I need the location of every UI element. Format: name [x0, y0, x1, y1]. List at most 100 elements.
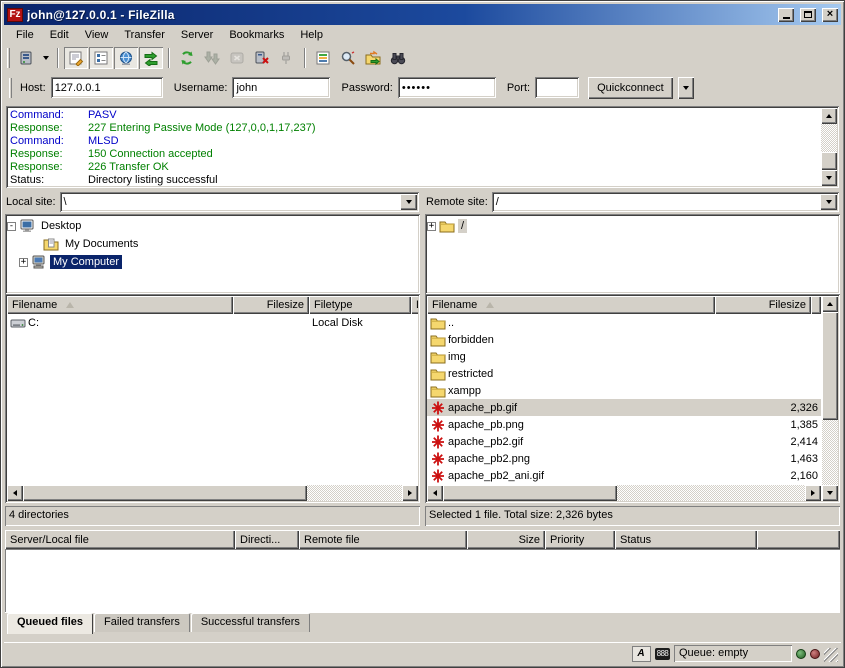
- close-button[interactable]: ×: [822, 8, 838, 22]
- collapse-expander[interactable]: -: [7, 222, 16, 231]
- tab-successful-transfers[interactable]: Successful transfers: [191, 613, 310, 632]
- column-label: Filesize: [267, 299, 304, 311]
- disconnect-button[interactable]: [250, 47, 274, 69]
- queue-list-body[interactable]: [5, 549, 840, 612]
- scroll-thumb[interactable]: [822, 312, 838, 420]
- tree-item-desktop[interactable]: - Desktop: [7, 217, 418, 235]
- host-input[interactable]: 127.0.0.1: [51, 77, 163, 98]
- remote-vertical-scrollbar[interactable]: [822, 296, 838, 501]
- scroll-left-button[interactable]: [427, 485, 443, 501]
- close-icon: ×: [827, 9, 833, 20]
- quickconnect-button[interactable]: Quickconnect: [588, 77, 673, 99]
- process-queue-button[interactable]: [200, 47, 224, 69]
- menu-help[interactable]: Help: [292, 27, 331, 43]
- column-header-size[interactable]: Size: [467, 530, 545, 549]
- username-input[interactable]: john: [232, 77, 330, 98]
- toggle-remote-tree-button[interactable]: [114, 47, 138, 69]
- remote-file-row[interactable]: apache_pb2_ani.gif2,160: [427, 467, 821, 484]
- remote-file-row[interactable]: restricted: [427, 365, 821, 382]
- remote-horizontal-scrollbar[interactable]: [427, 485, 821, 501]
- maximize-button[interactable]: [800, 8, 816, 22]
- synchronized-browsing-button[interactable]: [361, 47, 385, 69]
- menu-file[interactable]: File: [8, 27, 42, 43]
- tab-failed-transfers[interactable]: Failed transfers: [94, 613, 190, 632]
- expand-expander[interactable]: +: [427, 222, 436, 231]
- column-header-filesize[interactable]: Filesize: [715, 296, 811, 314]
- scroll-right-button[interactable]: [402, 485, 418, 501]
- cancel-operation-button[interactable]: [225, 47, 249, 69]
- menu-edit[interactable]: Edit: [42, 27, 77, 43]
- minimize-button[interactable]: [778, 8, 794, 22]
- remote-site-dropdown-button[interactable]: [820, 194, 837, 210]
- column-header-priority[interactable]: Priority: [545, 530, 615, 549]
- cancel-icon: [229, 50, 245, 66]
- file-size: 1,385: [790, 419, 818, 431]
- password-input[interactable]: ••••••: [398, 77, 496, 98]
- tab-label: Queued files: [17, 616, 83, 628]
- scroll-thumb[interactable]: [23, 485, 307, 501]
- remote-file-row[interactable]: ..: [427, 314, 821, 331]
- resize-grip[interactable]: [824, 648, 838, 662]
- remote-file-row[interactable]: forbidden: [427, 331, 821, 348]
- quickconnect-dropdown-button[interactable]: [678, 77, 694, 99]
- scroll-up-button[interactable]: [821, 108, 837, 124]
- tab-queued-files[interactable]: Queued files: [7, 613, 93, 634]
- remote-file-row[interactable]: xampp: [427, 382, 821, 399]
- file-name: C:: [28, 317, 39, 329]
- log-vertical-scrollbar[interactable]: [821, 108, 837, 186]
- toolbar-separator: [168, 48, 170, 68]
- toggle-queue-button[interactable]: [139, 47, 163, 69]
- column-header-filename[interactable]: Filename: [7, 296, 233, 314]
- column-header-remote-file[interactable]: Remote file: [299, 530, 467, 549]
- local-site-dropdown-button[interactable]: [400, 194, 417, 210]
- column-header-filename[interactable]: Filename: [427, 296, 715, 314]
- scroll-up-button[interactable]: [822, 296, 838, 312]
- column-header-direction[interactable]: Directi...: [235, 530, 299, 549]
- remote-file-row[interactable]: apache_pb2.gif2,414: [427, 433, 821, 450]
- local-site-combo[interactable]: \: [60, 192, 419, 212]
- local-file-row[interactable]: C: Local Disk: [7, 314, 418, 331]
- reconnect-button[interactable]: [275, 47, 299, 69]
- sort-ascending-icon: [486, 302, 494, 308]
- port-input[interactable]: [535, 77, 579, 98]
- remote-file-row-selected[interactable]: apache_pb.gif2,326: [427, 399, 821, 416]
- scroll-thumb[interactable]: [821, 152, 837, 170]
- menu-view[interactable]: View: [77, 27, 117, 43]
- remote-site-combo[interactable]: /: [492, 192, 839, 212]
- toggle-local-tree-button[interactable]: [89, 47, 113, 69]
- scroll-down-button[interactable]: [821, 170, 837, 186]
- site-manager-dropdown-button[interactable]: [39, 47, 52, 69]
- file-name: forbidden: [448, 334, 494, 346]
- site-manager-button[interactable]: [14, 47, 38, 69]
- remote-pane: Remote site: / + / Filename Filesize: [425, 190, 840, 526]
- column-header-status[interactable]: Status: [615, 530, 757, 549]
- scroll-left-button[interactable]: [7, 485, 23, 501]
- file-search-button[interactable]: [336, 47, 360, 69]
- remote-file-row[interactable]: apache_pb.png1,385: [427, 416, 821, 433]
- file-size: 2,414: [790, 436, 818, 448]
- menu-bookmarks[interactable]: Bookmarks: [221, 27, 292, 43]
- filter-button[interactable]: [311, 47, 335, 69]
- scroll-down-button[interactable]: [822, 485, 838, 501]
- dropdown-caret-icon: [406, 200, 412, 204]
- tree-item-root[interactable]: + /: [427, 217, 838, 235]
- menu-server[interactable]: Server: [173, 27, 221, 43]
- tree-item-my-computer[interactable]: + My Computer: [7, 253, 418, 271]
- scroll-thumb[interactable]: [443, 485, 617, 501]
- find-button[interactable]: [386, 47, 410, 69]
- menu-transfer[interactable]: Transfer: [116, 27, 173, 43]
- column-header-last-modified[interactable]: L: [411, 296, 418, 314]
- remote-file-row[interactable]: img: [427, 348, 821, 365]
- remote-file-row[interactable]: apache_pb2.png1,463: [427, 450, 821, 467]
- expand-expander[interactable]: +: [19, 258, 28, 267]
- local-horizontal-scrollbar[interactable]: [7, 485, 418, 501]
- tree-item-my-documents[interactable]: My Documents: [7, 235, 418, 253]
- image-file-icon: [430, 468, 446, 484]
- column-header-filesize[interactable]: Filesize: [233, 296, 309, 314]
- toggle-log-button[interactable]: [64, 47, 88, 69]
- column-header-filetype[interactable]: Filetype: [309, 296, 411, 314]
- scroll-right-button[interactable]: [805, 485, 821, 501]
- refresh-button[interactable]: [175, 47, 199, 69]
- column-header-server-local-file[interactable]: Server/Local file: [5, 530, 235, 549]
- titlebar[interactable]: Fz john@127.0.0.1 - FileZilla ×: [4, 4, 841, 25]
